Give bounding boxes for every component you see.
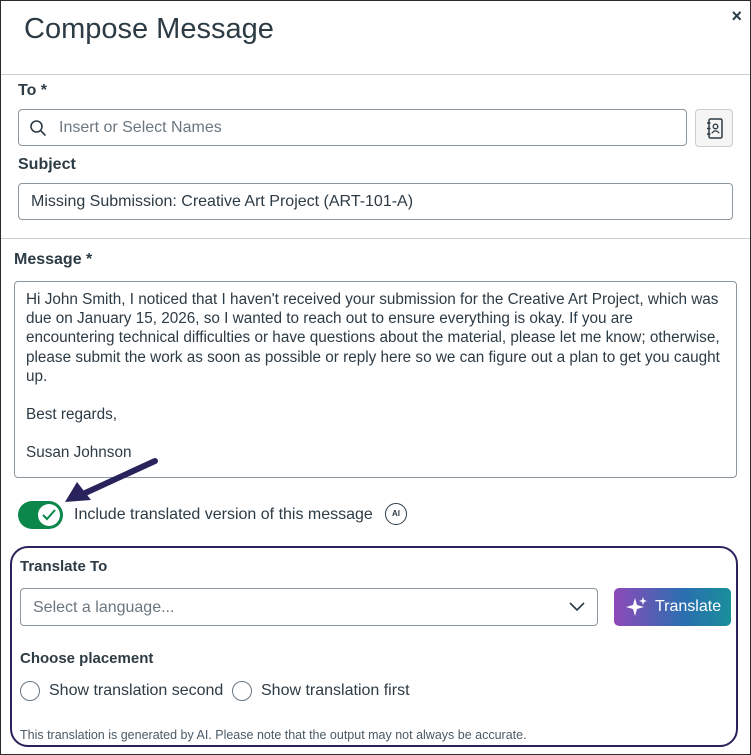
translate-panel: [10, 546, 738, 747]
language-select[interactable]: Select a language...: [20, 588, 598, 626]
radio-translation-first[interactable]: [232, 681, 252, 701]
translation-toggle[interactable]: [18, 501, 63, 529]
search-icon: [30, 120, 46, 136]
to-placeholder: Insert or Select Names: [59, 119, 222, 136]
dialog-title: Compose Message: [24, 13, 274, 45]
check-icon: [42, 509, 56, 521]
pointer-arrow-icon: [65, 458, 158, 502]
to-label: To *: [18, 82, 48, 99]
translation-toggle-label: Include translated version of this messa…: [74, 506, 373, 523]
translate-to-label: Translate To: [20, 558, 108, 575]
subject-input[interactable]: Missing Submission: Creative Art Project…: [18, 183, 733, 220]
close-icon[interactable]: ×: [731, 7, 742, 25]
translate-button[interactable]: Translate: [614, 588, 731, 626]
message-body: Hi John Smith, I noticed that I haven't …: [26, 291, 720, 385]
language-select-placeholder: Select a language...: [33, 599, 175, 616]
message-closing: Best regards,: [26, 406, 117, 424]
subject-label: Subject: [18, 156, 76, 173]
ai-badge-icon: AI: [385, 503, 407, 525]
placement-label: Choose placement: [20, 650, 154, 667]
chevron-down-icon: [569, 602, 585, 612]
message-label: Message *: [14, 251, 93, 268]
section-divider: [1, 238, 750, 239]
subject-value: Missing Submission: Creative Art Project…: [31, 193, 414, 210]
toggle-knob: [38, 504, 60, 526]
message-textarea[interactable]: Hi John Smith, I noticed that I haven't …: [14, 281, 737, 478]
radio-translation-second-label: Show translation second: [49, 682, 224, 699]
radio-translation-second[interactable]: [20, 681, 40, 701]
sparkle-icon: [626, 597, 647, 616]
dialog-header: Compose Message ×: [1, 1, 750, 75]
ai-disclaimer: This translation is generated by AI. Ple…: [20, 728, 527, 742]
compose-dialog: Compose Message × To * Insert or Select …: [0, 0, 751, 755]
radio-translation-first-label: Show translation first: [261, 682, 410, 699]
to-input[interactable]: Insert or Select Names: [18, 109, 687, 146]
address-book-icon: [707, 118, 723, 139]
translate-button-label: Translate: [655, 598, 722, 615]
address-book-button[interactable]: [695, 109, 733, 147]
